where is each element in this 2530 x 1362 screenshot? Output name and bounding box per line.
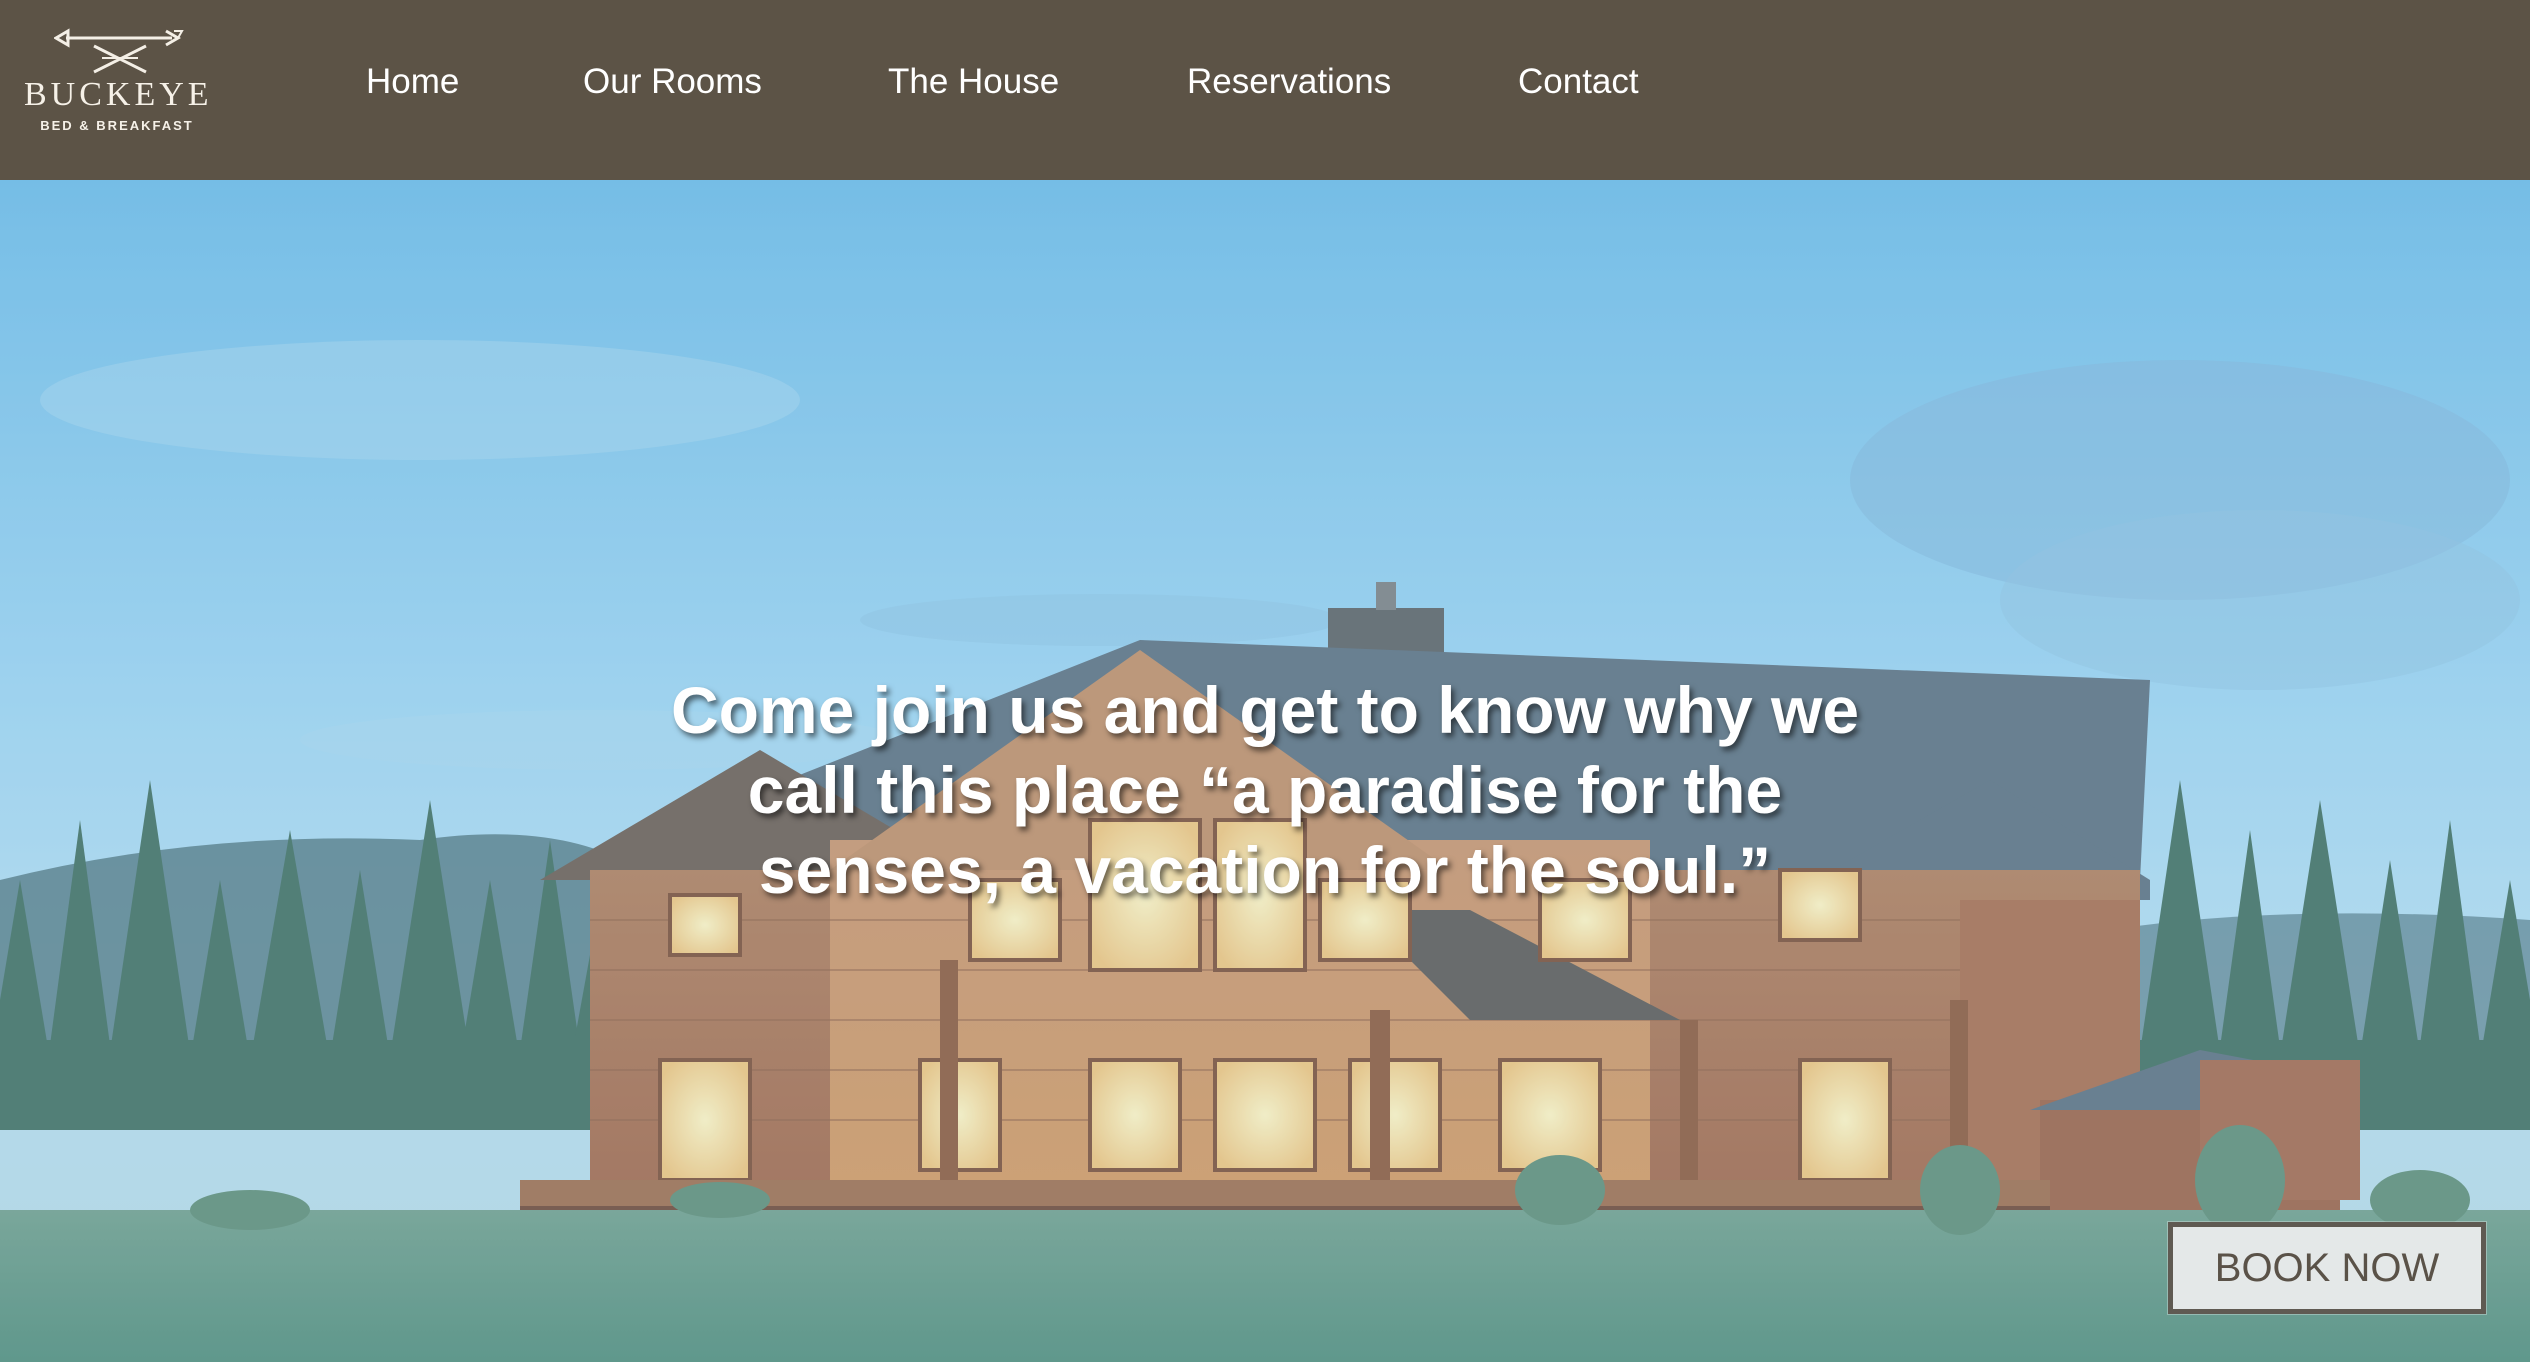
- book-now-button[interactable]: BOOK NOW: [2168, 1222, 2486, 1314]
- headline-line-1: Come join us and get to know why we: [670, 673, 1860, 747]
- nav-our-rooms[interactable]: Our Rooms: [583, 62, 762, 102]
- logo-subtitle: BED & BREAKFAST: [40, 118, 194, 133]
- hero-section: Come join us and get to know why we call…: [0, 180, 2530, 1362]
- headline-line-3: senses, a vacation for the soul.”: [758, 833, 1772, 907]
- nav-home[interactable]: Home: [366, 62, 459, 102]
- logo-title: BUCKEYE: [24, 76, 213, 113]
- page: BUCKEYE BED & BREAKFAST Home Our Rooms T…: [0, 0, 2530, 1362]
- crossed-arrows-icon: [54, 28, 184, 74]
- site-logo[interactable]: BUCKEYE BED & BREAKFAST: [24, 28, 210, 138]
- site-header: BUCKEYE BED & BREAKFAST Home Our Rooms T…: [0, 0, 2530, 180]
- hero-headline: Come join us and get to know why we call…: [560, 670, 1970, 910]
- headline-line-2: call this place “a paradise for the: [747, 753, 1783, 827]
- nav-the-house[interactable]: The House: [888, 62, 1059, 102]
- nav-contact[interactable]: Contact: [1518, 62, 1639, 102]
- nav-reservations[interactable]: Reservations: [1187, 62, 1391, 102]
